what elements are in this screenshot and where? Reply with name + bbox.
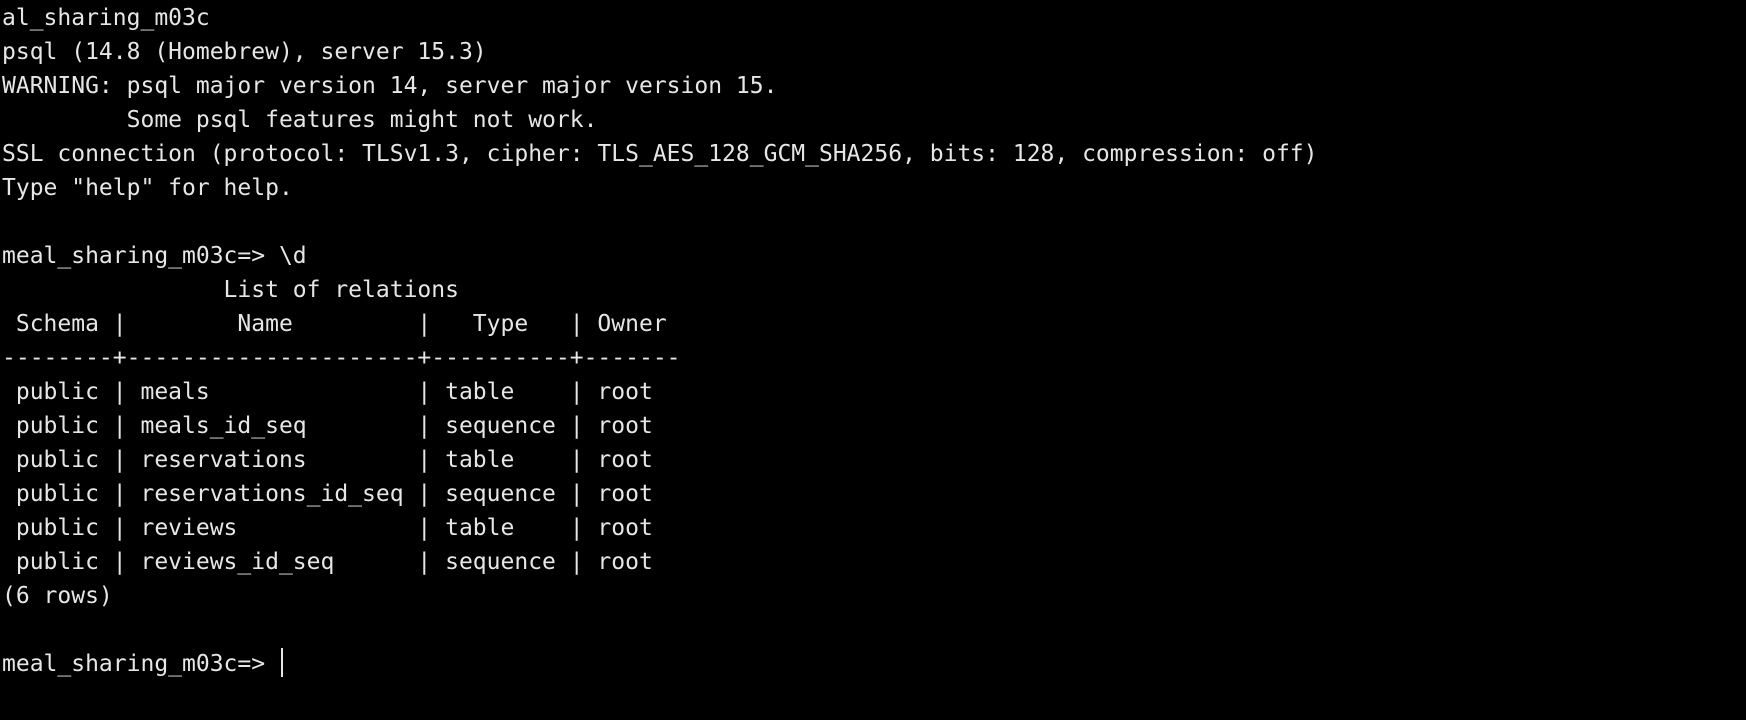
- table-separator: --------+---------------------+---------…: [2, 345, 681, 371]
- output-line-blank: [0, 613, 1746, 647]
- output-line-blank: [0, 205, 1746, 239]
- table-row: public | meals | table | root: [2, 379, 653, 405]
- table-row: public | meals_id_seq | sequence | root: [2, 413, 653, 439]
- table-row: public | reservations_id_seq | sequence …: [2, 481, 653, 507]
- row-count: (6 rows): [2, 583, 113, 609]
- prompt-text: meal_sharing_m03c=>: [2, 651, 279, 677]
- command-line-describe: meal_sharing_m03c=> \d: [2, 243, 307, 269]
- terminal-window[interactable]: al_sharing_m03c psql (14.8 (Homebrew), s…: [0, 0, 1746, 720]
- table-title: List of relations: [2, 277, 459, 303]
- command-prompt-line[interactable]: meal_sharing_m03c=>: [0, 647, 1746, 681]
- table-row: public | reservations | table | root: [2, 447, 653, 473]
- table-header: Schema | Name | Type | Owner: [2, 311, 667, 337]
- output-line-psql-version: psql (14.8 (Homebrew), server 15.3): [2, 39, 487, 65]
- output-line-db-name: al_sharing_m03c: [2, 5, 210, 31]
- output-line-warning-detail: Some psql features might not work.: [2, 107, 598, 133]
- output-line-ssl: SSL connection (protocol: TLSv1.3, ciphe…: [2, 141, 1318, 167]
- text-cursor: [280, 648, 283, 677]
- table-row: public | reviews | table | root: [2, 515, 653, 541]
- table-row: public | reviews_id_seq | sequence | roo…: [2, 549, 653, 575]
- output-line-warning: WARNING: psql major version 14, server m…: [2, 73, 778, 99]
- output-line-help: Type "help" for help.: [2, 175, 293, 201]
